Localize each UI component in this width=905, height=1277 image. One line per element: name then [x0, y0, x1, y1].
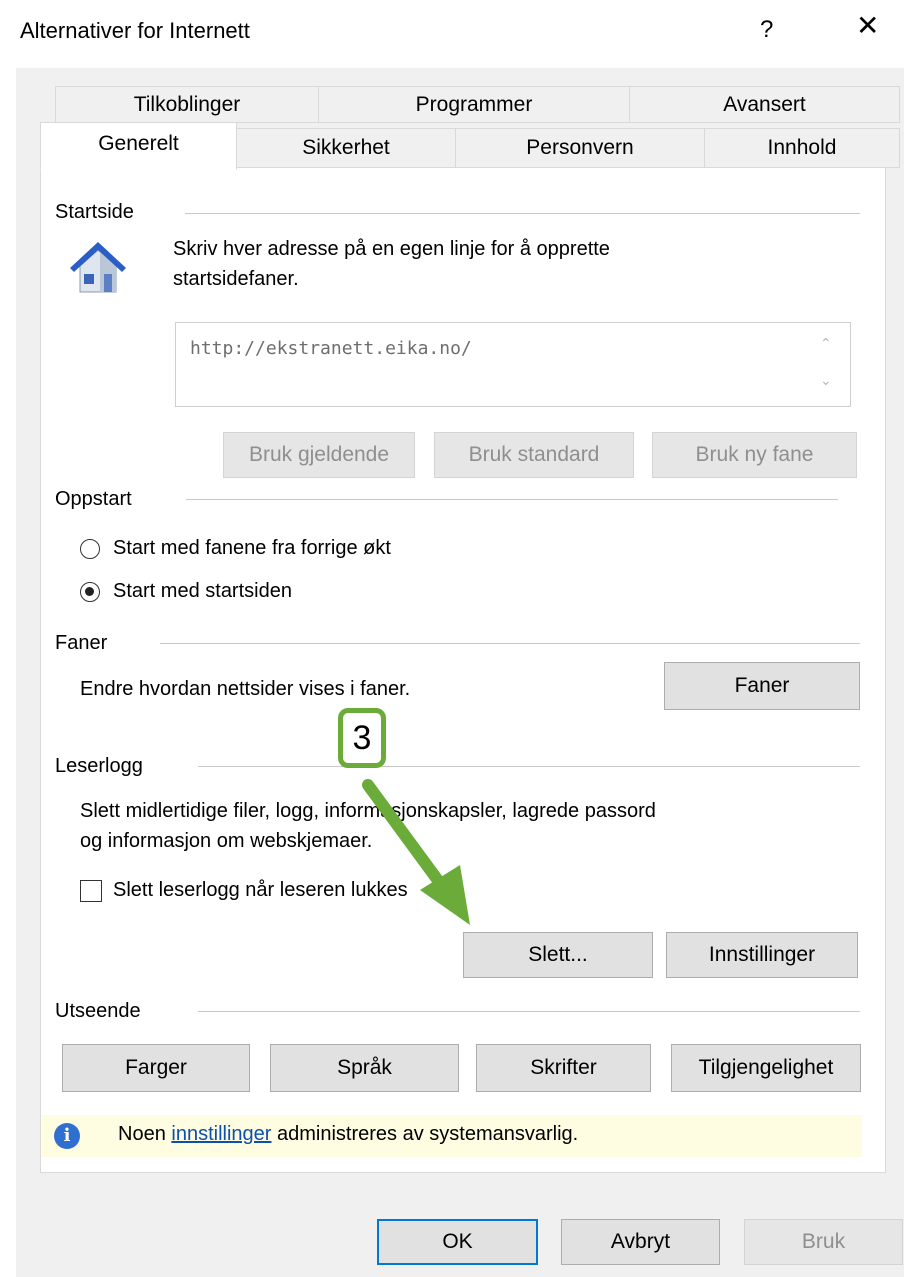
- step-number-badge: 3: [338, 708, 386, 768]
- scroll-up-icon[interactable]: ⌃: [820, 335, 832, 352]
- use-default-button[interactable]: Bruk standard: [434, 432, 634, 478]
- delete-history-button[interactable]: Slett...: [463, 932, 653, 978]
- oppstart-label: Oppstart: [55, 488, 132, 510]
- cancel-button[interactable]: Avbryt: [561, 1219, 720, 1265]
- admin-notice-text: Noen innstillinger administreres av syst…: [118, 1123, 578, 1146]
- admin-notice-after: administreres av systemansvarlig.: [271, 1123, 579, 1145]
- startside-divider: [185, 213, 860, 214]
- tab-programmer[interactable]: Programmer: [318, 86, 630, 123]
- utseende-label: Utseende: [55, 1000, 141, 1022]
- leserlogg-divider: [198, 766, 860, 767]
- colors-button[interactable]: Farger: [62, 1044, 250, 1092]
- homepage-url-textarea[interactable]: http://ekstranett.eika.no/: [175, 322, 851, 407]
- accessibility-button[interactable]: Tilgjengelighet: [671, 1044, 861, 1092]
- history-settings-button[interactable]: Innstillinger: [666, 932, 858, 978]
- tab-sikkerhet[interactable]: Sikkerhet: [236, 128, 456, 168]
- close-icon[interactable]: ✕: [856, 12, 879, 40]
- tab-innhold[interactable]: Innhold: [704, 128, 900, 168]
- languages-button[interactable]: Språk: [270, 1044, 459, 1092]
- radio-previous-session-label: Start med fanene fra forrige økt: [113, 537, 391, 559]
- settings-link[interactable]: innstillinger: [171, 1123, 271, 1145]
- apply-button[interactable]: Bruk: [744, 1219, 903, 1265]
- annotation-arrow: [350, 755, 490, 935]
- faner-label: Faner: [55, 632, 108, 654]
- faner-divider: [160, 643, 860, 644]
- admin-notice-before: Noen: [118, 1123, 172, 1145]
- use-new-tab-button[interactable]: Bruk ny fane: [652, 432, 857, 478]
- startside-description-line1: Skriv hver adresse på en egen linje for …: [173, 238, 610, 260]
- delete-on-exit-checkbox[interactable]: [80, 880, 102, 902]
- help-button[interactable]: ?: [760, 16, 773, 44]
- startside-description-line2: startsidefaner.: [173, 268, 299, 290]
- use-current-button[interactable]: Bruk gjeldende: [223, 432, 415, 478]
- startside-label: Startside: [55, 201, 134, 223]
- radio-homepage-label: Start med startsiden: [113, 580, 292, 602]
- fonts-button[interactable]: Skrifter: [476, 1044, 651, 1092]
- scroll-down-icon[interactable]: ⌄: [820, 372, 832, 389]
- window-title: Alternativer for Internett: [20, 18, 250, 43]
- tab-avansert[interactable]: Avansert: [629, 86, 900, 123]
- ok-button[interactable]: OK: [377, 1219, 538, 1265]
- tab-generelt[interactable]: Generelt: [40, 122, 237, 170]
- homepage-url-value: http://ekstranett.eika.no/: [190, 338, 472, 359]
- leserlogg-label: Leserlogg: [55, 755, 143, 777]
- radio-homepage[interactable]: [80, 582, 100, 602]
- faner-description: Endre hvordan nettsider vises i faner.: [80, 678, 411, 700]
- info-icon: i: [54, 1123, 80, 1149]
- oppstart-divider: [186, 499, 838, 500]
- leserlogg-description-line2: og informasjon om webskjemaer.: [80, 830, 373, 852]
- home-icon: [66, 238, 130, 302]
- utseende-divider: [198, 1011, 860, 1012]
- tabs-settings-button[interactable]: Faner: [664, 662, 860, 710]
- tab-tilkoblinger[interactable]: Tilkoblinger: [55, 86, 319, 123]
- radio-previous-session[interactable]: [80, 539, 100, 559]
- tab-personvern[interactable]: Personvern: [455, 128, 705, 168]
